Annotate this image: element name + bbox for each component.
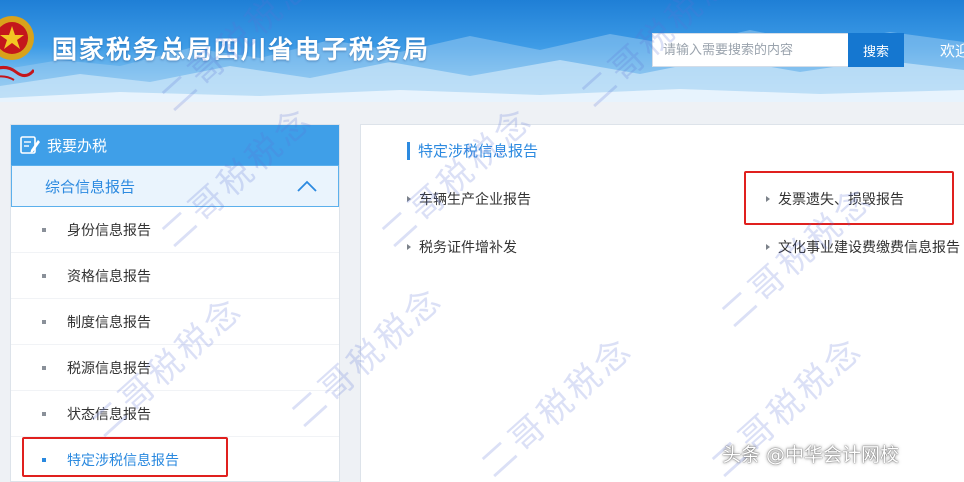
sidebar-group-comprehensive-report[interactable]: 综合信息报告: [11, 165, 339, 207]
edit-icon: [19, 134, 41, 156]
search-input[interactable]: [652, 33, 848, 67]
sidebar-item-label: 制度信息报告: [67, 314, 151, 331]
site-title: 国家税务总局四川省电子税务局: [52, 35, 431, 64]
sidebar: 我要办税 综合信息报告 身份信息报告 资格信息报告 制度信息报告 税源信息报告 …: [10, 124, 340, 482]
highlight-box-main: [744, 171, 954, 225]
triangle-right-icon: [407, 244, 411, 250]
welcome-text: 欢迎: [940, 42, 964, 60]
triangle-right-icon: [766, 244, 770, 250]
sidebar-item-status-report[interactable]: 状态信息报告: [11, 391, 339, 437]
bullet-icon: [42, 320, 46, 324]
bullet-icon: [42, 366, 46, 370]
sidebar-item-identity-report[interactable]: 身份信息报告: [11, 207, 339, 253]
chevron-up-icon[interactable]: [296, 179, 318, 193]
page: 国家税务总局四川省电子税务局 搜索 欢迎 我要办税 综合信息报告: [0, 0, 964, 482]
sidebar-item-label: 身份信息报告: [67, 222, 151, 239]
sidebar-item-label: 资格信息报告: [67, 268, 151, 285]
section-title: 特定涉税信息报告: [407, 142, 538, 160]
link-label: 文化事业建设费缴费信息报告: [778, 240, 960, 256]
search-button[interactable]: 搜索: [848, 33, 904, 67]
link-cultural-fee-payment-report[interactable]: 文化事业建设费缴费信息报告: [766, 237, 960, 257]
tax-bureau-emblem-icon: [0, 16, 34, 81]
site-header: 国家税务总局四川省电子税务局 搜索 欢迎: [0, 0, 964, 102]
sidebar-item-qualification-report[interactable]: 资格信息报告: [11, 253, 339, 299]
bullet-icon: [42, 412, 46, 416]
sidebar-item-label: 税源信息报告: [67, 360, 151, 377]
sidebar-group-label: 综合信息报告: [45, 177, 136, 196]
sidebar-item-tax-source-report[interactable]: 税源信息报告: [11, 345, 339, 391]
sidebar-heading-label: 我要办税: [47, 136, 108, 155]
link-label: 车辆生产企业报告: [419, 192, 531, 208]
triangle-right-icon: [407, 196, 411, 202]
link-tax-certificate-reissue[interactable]: 税务证件增补发: [407, 237, 517, 257]
highlight-box-sidebar: [22, 437, 228, 477]
sidebar-item-system-report[interactable]: 制度信息报告: [11, 299, 339, 345]
sidebar-heading: 我要办税: [11, 125, 339, 165]
bullet-icon: [42, 228, 46, 232]
sidebar-item-label: 状态信息报告: [67, 406, 151, 423]
link-label: 税务证件增补发: [419, 240, 517, 256]
bullet-icon: [42, 274, 46, 278]
link-vehicle-manufacturer-report[interactable]: 车辆生产企业报告: [407, 189, 531, 209]
source-watermark: 头条 @中华会计网校: [722, 444, 900, 466]
